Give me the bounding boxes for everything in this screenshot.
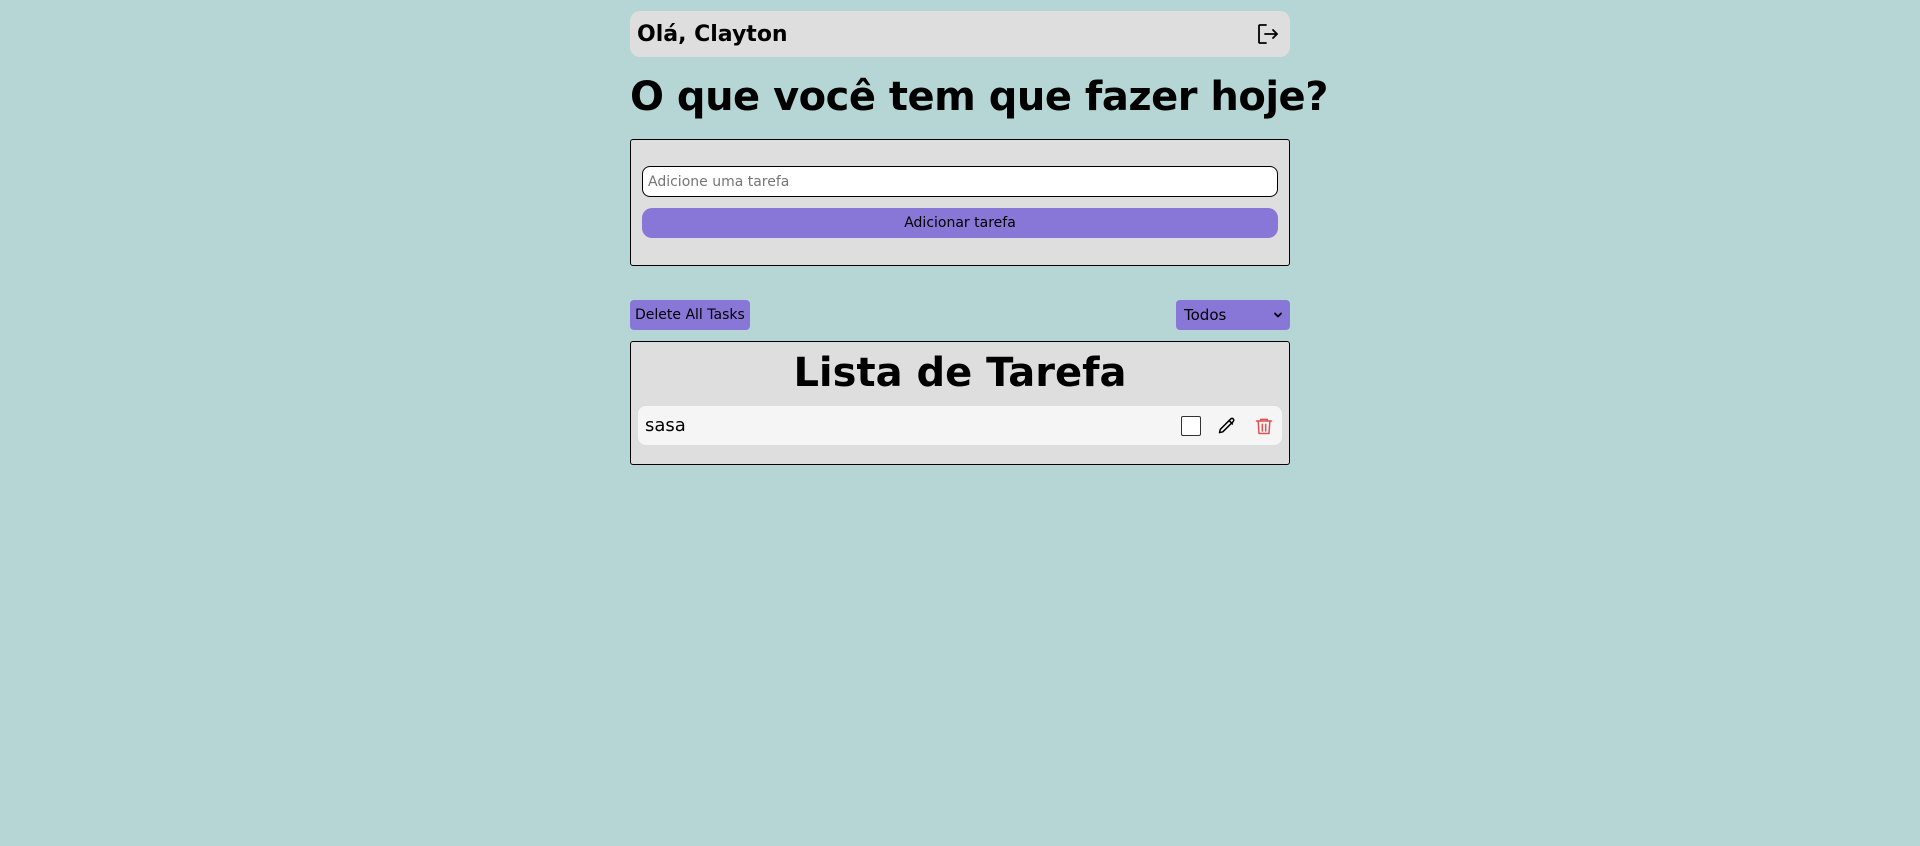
header-bar: Olá, Clayton xyxy=(630,11,1290,57)
edit-task-button[interactable] xyxy=(1216,415,1238,437)
add-task-button[interactable]: Adicionar tarefa xyxy=(642,208,1278,238)
list-item: sasa xyxy=(638,406,1282,445)
filter-selected-value: Todos xyxy=(1184,306,1227,324)
filter-select[interactable]: Todos xyxy=(1176,300,1290,330)
task-actions xyxy=(1181,415,1275,437)
page-title: O que você tem que fazer hoje? xyxy=(630,74,1328,120)
list-controls: Delete All Tasks Todos xyxy=(630,300,1290,330)
greeting: Olá, Clayton xyxy=(637,21,788,47)
task-checkbox[interactable] xyxy=(1181,415,1201,436)
list-title: Lista de Tarefa xyxy=(793,350,1127,396)
delete-all-button[interactable]: Delete All Tasks xyxy=(630,300,750,330)
trash-icon xyxy=(1255,418,1273,434)
chevron-down-icon xyxy=(1274,312,1282,318)
task-list-panel: Lista de Tarefa sasa xyxy=(630,341,1290,465)
task-text: sasa xyxy=(645,415,686,436)
pencil-icon xyxy=(1218,417,1235,433)
add-task-form: Adicionar tarefa xyxy=(630,139,1290,266)
task-input[interactable] xyxy=(642,166,1278,197)
logout-icon xyxy=(1258,24,1278,44)
logout-button[interactable] xyxy=(1254,20,1282,48)
delete-task-button[interactable] xyxy=(1253,415,1275,437)
app-container: Olá, Clayton O que você tem que fazer ho… xyxy=(630,11,1328,465)
